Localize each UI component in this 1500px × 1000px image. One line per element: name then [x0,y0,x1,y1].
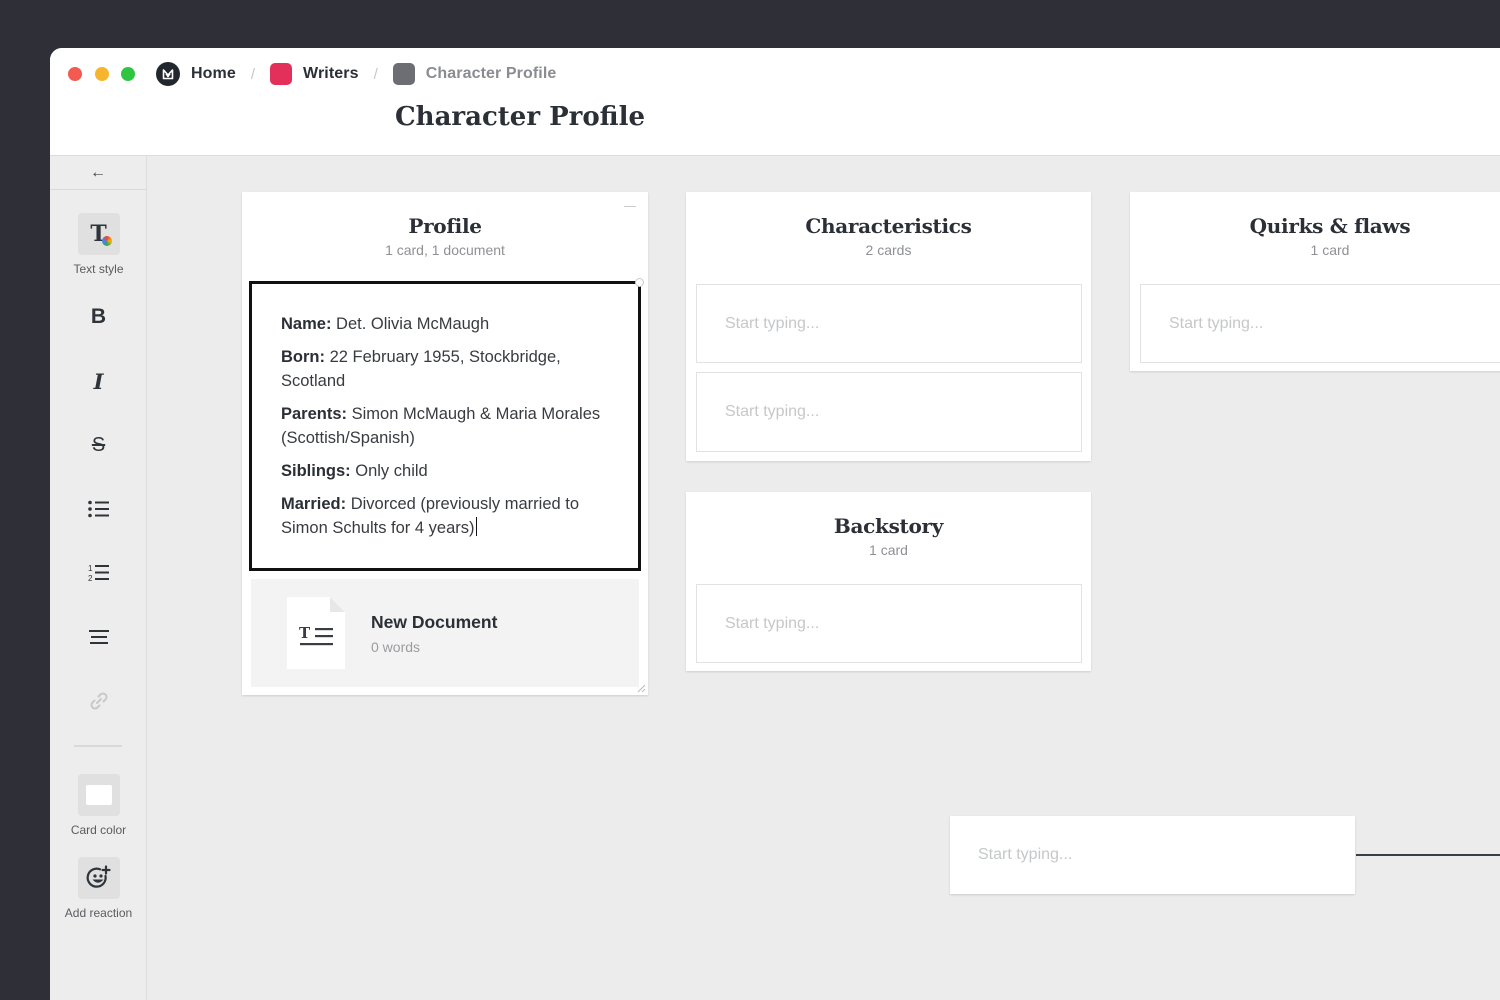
text-card[interactable]: Start typing... [696,584,1082,663]
column-title[interactable]: Characteristics [686,214,1091,238]
text-style-label: Text style [73,262,124,276]
text-card[interactable]: Start typing... [1140,284,1500,363]
column-title[interactable]: Quirks & flaws [1110,214,1500,238]
card-placeholder: Start typing... [725,314,820,332]
breadcrumb-separator: / [373,65,378,83]
bold-icon: B [90,305,107,328]
formatting-sidebar: ← T Text style B I S 12 Card color Add r… [50,156,147,1000]
text-style-button[interactable]: T Text style [50,213,147,276]
breadcrumb-label: Writers [303,65,359,82]
column-resize-handle-icon[interactable] [636,683,646,693]
column-quirks-and-flaws[interactable]: Quirks & flaws 1 card Start typing... [1130,192,1500,371]
card-color-icon [77,774,120,816]
italic-button[interactable]: I [50,360,147,402]
column-title[interactable]: Backstory [686,514,1091,538]
board-canvas[interactable]: Profile 1 card, 1 document Name: Det. Ol… [147,156,1500,1000]
home-logo-icon [156,62,180,86]
document-title: New Document [371,612,498,632]
profile-field-parents: Parents: Simon McMaugh & Maria Morales (… [281,402,609,450]
strikethrough-icon: S [91,433,106,456]
card-resize-handle[interactable] [635,278,644,287]
bold-button[interactable]: B [50,296,147,338]
bulleted-list-button[interactable] [50,488,147,530]
profile-field-married: Married: Divorced (previously married to… [281,492,609,540]
collapse-column-icon[interactable] [624,206,636,207]
column-subtitle: 1 card, 1 document [385,242,505,258]
breadcrumb-home[interactable]: Home [156,62,236,86]
strikethrough-button[interactable]: S [50,424,147,466]
card-placeholder: Start typing... [978,846,1073,863]
add-reaction-label: Add reaction [64,906,133,920]
page-title-text: Character Profile [394,102,646,132]
card-placeholder: Start typing... [1169,314,1264,332]
breadcrumb-writers[interactable]: Writers [270,63,359,85]
breadcrumb: Home / Writers / Character Profile [156,62,556,86]
breadcrumb-label: Character Profile [425,65,557,82]
sidebar-divider [74,745,122,747]
text-style-icon: T [77,213,120,255]
svg-text:2: 2 [88,574,93,583]
close-window-button[interactable] [68,67,82,81]
field-label: Name: [281,315,332,333]
document-card[interactable]: T New Document 0 words [251,579,639,687]
svg-text:1: 1 [88,564,93,573]
document-word-count: 0 words [371,639,421,655]
arrow-left-icon: ← [90,163,106,181]
column-title[interactable]: Profile [242,214,648,238]
field-label: Born: [281,348,325,366]
text-card[interactable]: Start typing... [696,284,1082,363]
text-caret [475,517,477,536]
profile-text-card-editing[interactable]: Name: Det. Olivia McMaugh Born: 22 Febru… [249,278,644,571]
maximize-window-button[interactable] [121,67,135,81]
profile-field-siblings: Siblings: Only child [281,459,609,483]
writers-board-icon [270,63,293,85]
collapse-sidebar-button[interactable]: ← [50,156,146,190]
floating-text-card[interactable]: Start typing... [950,816,1355,894]
breadcrumb-label: Home [191,65,236,82]
profile-field-born: Born: 22 February 1955, Stockbridge, Sco… [281,345,609,393]
field-label: Married: [281,495,347,513]
column-characteristics[interactable]: Characteristics 2 cards Start typing... … [686,192,1091,461]
profile-field-name: Name: Det. Olivia McMaugh [281,312,609,336]
bullet-list-icon [87,488,110,530]
align-center-icon [88,616,109,658]
add-reaction-icon [77,857,120,899]
column-subtitle: 2 cards [865,242,912,258]
italic-icon: I [93,368,104,394]
card-placeholder: Start typing... [725,614,820,632]
character-profile-board-icon [392,63,415,85]
field-value: Det. Olivia McMaugh [331,315,490,333]
column-subtitle: 1 card [1310,242,1350,258]
svg-text:T: T [299,624,311,642]
breadcrumb-separator: / [250,65,256,83]
app-window: Home / Writers / Character Profile Chara… [50,48,1500,1000]
text-card[interactable]: Start typing... [696,372,1082,452]
column-subtitle: 1 card [869,542,908,558]
page-title[interactable]: Character Profile [50,102,1500,132]
link-button[interactable] [50,680,147,722]
minimize-window-button[interactable] [95,67,109,81]
field-value: Only child [350,462,428,480]
text-document-glyph-icon: T [299,624,333,646]
column-backstory[interactable]: Backstory 1 card Start typing... [686,492,1091,671]
card-color-button[interactable]: Card color [50,774,147,837]
breadcrumb-character-profile[interactable]: Character Profile [392,63,557,85]
title-bar: Home / Writers / Character Profile Chara… [50,48,1500,156]
align-button[interactable] [50,616,147,658]
add-reaction-button[interactable]: Add reaction [50,857,147,920]
connector-line[interactable] [1356,854,1500,856]
link-icon [88,680,110,722]
card-color-label: Card color [70,823,127,837]
field-label: Siblings: [281,462,351,480]
field-label: Parents: [281,405,348,423]
numbered-list-icon: 12 [88,552,110,594]
numbered-list-button[interactable]: 12 [50,552,147,594]
document-fold-icon [330,597,345,612]
column-profile[interactable]: Profile 1 card, 1 document Name: Det. Ol… [242,192,648,695]
card-placeholder: Start typing... [725,403,820,420]
